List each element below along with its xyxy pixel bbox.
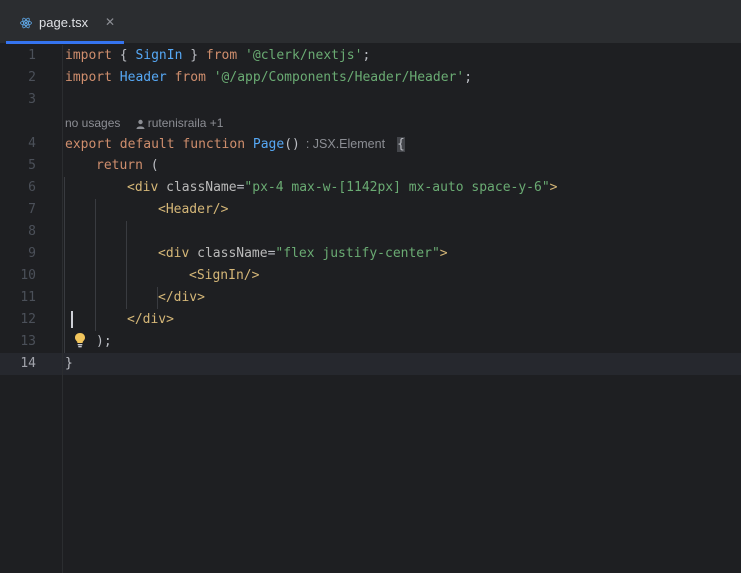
tab-page-tsx[interactable]: page.tsx ✕ [6,0,124,44]
code-text: </div> [127,312,174,327]
code-line: 11 </div> [0,287,741,309]
react-icon [20,17,32,29]
lightbulb-icon[interactable] [74,332,86,348]
line-number: 1 [28,48,36,63]
code-line: 4 export default function Page(): JSX.El… [0,133,741,155]
code-line: 2 import Header from '@/app/Components/H… [0,67,741,89]
code-line: 3 [0,89,741,111]
line-number: 5 [28,158,36,173]
code-text: ); [96,334,112,349]
code-line: 5 return ( [0,155,741,177]
code-line: 13 ); [0,331,741,353]
line-number: 13 [20,334,36,349]
line-number: 14 [20,356,36,371]
line-number: 2 [28,70,36,85]
close-icon[interactable]: ✕ [103,15,117,29]
code-text: <Header/> [158,202,229,217]
author-name: rutenisraila +1 [147,116,224,130]
tab-filename: page.tsx [39,15,89,30]
line-number: 11 [20,290,36,305]
text-caret [71,311,73,328]
code-line: 8 [0,221,741,243]
line-number: 8 [28,224,36,239]
code-line: 9 <div className="flex justify-center"> [0,243,741,265]
code-text: import Header from '@/app/Components/Hea… [65,70,473,85]
return-type-hint: : JSX.Element [305,137,386,151]
code-text: <div className="flex justify-center"> [158,246,448,261]
code-line: 12 </div> [0,309,741,331]
line-number: 12 [20,312,36,327]
editor-tab-bar: page.tsx ✕ [0,0,741,44]
code-text: import { SignIn } from '@clerk/nextjs'; [65,48,371,63]
code-line: 6 <div className="px-4 max-w-[1142px] mx… [0,177,741,199]
code-text: export default function Page(): JSX.Elem… [65,137,405,152]
code-text: <SignIn/> [189,268,260,283]
code-text: <div className="px-4 max-w-[1142px] mx-a… [127,180,558,195]
usages-hint[interactable]: no usages [65,116,120,130]
code-text: return ( [96,158,159,173]
line-number: 6 [28,180,36,195]
code-vision-hint[interactable]: no usages rutenisraila +1 [65,113,223,133]
code-line: 1 import { SignIn } from '@clerk/nextjs'… [0,45,741,67]
person-icon [136,119,145,129]
code-line-active: 14 } [0,353,741,375]
line-number: 3 [28,92,36,107]
line-number: 4 [28,136,36,151]
line-number: 7 [28,202,36,217]
author-hint[interactable]: rutenisraila +1 [136,116,224,130]
code-text: </div> [158,290,205,305]
code-line: 10 <SignIn/> [0,265,741,287]
code-text: } [65,356,73,371]
line-number: 9 [28,246,36,261]
line-number: 10 [20,268,36,283]
code-line: 7 <Header/> [0,199,741,221]
code-editor[interactable]: 1 import { SignIn } from '@clerk/nextjs'… [0,45,741,573]
